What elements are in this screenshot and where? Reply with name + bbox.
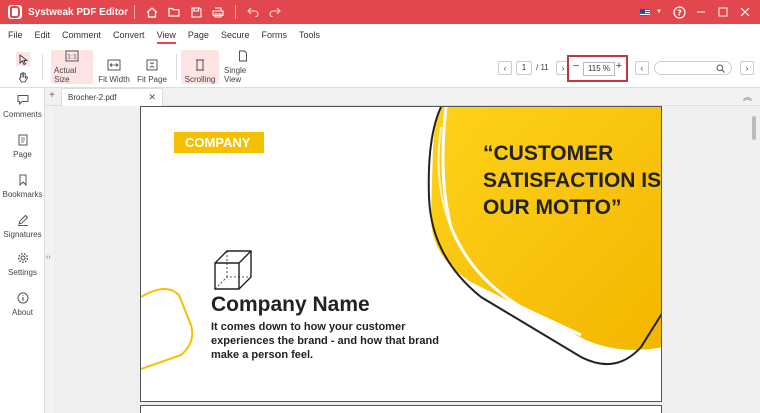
close-icon[interactable] — [734, 0, 756, 24]
sidebar-label-page: Page — [13, 150, 32, 159]
fit-page-button[interactable]: Fit Page — [134, 50, 170, 84]
page-total: / 11 — [536, 63, 549, 72]
page-icon — [18, 134, 27, 146]
pdf-page-2 — [140, 405, 662, 413]
fit-width-button[interactable]: Fit Width — [95, 50, 133, 84]
sidebar-item-about[interactable]: About — [0, 292, 45, 317]
actual-size-icon: 1:1 — [65, 50, 79, 62]
sidebar-item-settings[interactable]: Settings — [0, 252, 45, 277]
tagline: It comes down to how your customer exper… — [211, 321, 439, 361]
undo-icon[interactable] — [242, 0, 264, 24]
save-icon[interactable] — [185, 0, 207, 24]
cube-icon — [214, 250, 252, 290]
single-view-button[interactable]: Single View — [221, 50, 265, 84]
svg-text:?: ? — [677, 8, 682, 17]
menu-file[interactable]: File — [2, 24, 29, 46]
page-number-input[interactable]: 1 — [516, 61, 532, 75]
search-input[interactable] — [654, 61, 732, 75]
document-viewport[interactable]: COMPANY “CUSTOMER SATISFACTION IS OUR MO… — [54, 106, 760, 413]
scrollbar-thumb[interactable] — [752, 116, 756, 140]
menu-tools[interactable]: Tools — [293, 24, 326, 46]
title-separator-2 — [235, 5, 237, 19]
menu-comment[interactable]: Comment — [56, 24, 107, 46]
sidebar-label-signatures: Signatures — [3, 230, 42, 239]
title-bar: Systweak PDF Editor ▼ ? — [0, 0, 760, 24]
close-tab-icon[interactable]: ✕ — [148, 89, 156, 106]
toolbar-separator — [42, 54, 43, 80]
search-icon — [716, 64, 725, 73]
tab-bar: + Brocher-2.pdf ✕ ︽ — [45, 88, 760, 106]
single-view-icon — [236, 50, 250, 62]
sidebar-label-comments: Comments — [3, 110, 42, 119]
tab-document[interactable]: Brocher-2.pdf ✕ — [61, 88, 163, 106]
search-prev-button[interactable]: ‹ — [635, 61, 649, 75]
quote-text: “CUSTOMER SATISFACTION IS OUR MOTTO” — [483, 140, 662, 221]
fit-width-label: Fit Width — [98, 75, 130, 84]
help-icon[interactable]: ? — [668, 0, 690, 24]
menu-view[interactable]: View — [151, 24, 182, 46]
pdf-page: COMPANY “CUSTOMER SATISFACTION IS OUR MO… — [140, 106, 662, 402]
zoom-input[interactable]: 115 % — [583, 62, 615, 76]
add-tab-button[interactable]: + — [49, 90, 55, 101]
select-tool-icon[interactable] — [16, 52, 30, 66]
chevron-down-icon[interactable]: ▼ — [656, 9, 662, 15]
sidebar-label-about: About — [12, 308, 33, 317]
prev-page-button[interactable]: ‹ — [498, 61, 512, 75]
scrolling-icon — [193, 59, 207, 71]
sidebar-item-comments[interactable]: Comments — [0, 94, 45, 119]
app-logo-icon — [8, 5, 22, 19]
vertical-scrollbar[interactable] — [751, 108, 757, 408]
company-name: Company Name — [211, 293, 370, 316]
sidebar-item-page[interactable]: Page — [0, 134, 45, 159]
bookmark-icon — [19, 174, 26, 186]
fit-page-icon — [145, 59, 159, 71]
app-title: Systweak PDF Editor — [28, 6, 129, 18]
language-flag-icon[interactable] — [634, 0, 656, 24]
sidebar-item-bookmarks[interactable]: Bookmarks — [0, 174, 45, 199]
menu-forms[interactable]: Forms — [255, 24, 293, 46]
menu-page[interactable]: Page — [182, 24, 215, 46]
quote-line-1: “CUSTOMER — [483, 142, 614, 165]
toolbar-separator-2 — [176, 54, 177, 80]
sidebar-splitter[interactable]: ‹› — [45, 88, 54, 413]
zoom-in-button[interactable]: + — [613, 60, 625, 72]
scrolling-label: Scrolling — [184, 75, 216, 84]
menu-bar: File Edit Comment Convert View Page Secu… — [0, 24, 760, 46]
title-separator — [134, 5, 136, 19]
maximize-icon[interactable] — [712, 0, 734, 24]
minimize-icon[interactable] — [690, 0, 712, 24]
comments-icon — [17, 95, 28, 105]
redo-icon[interactable] — [264, 0, 286, 24]
svg-text:1:1: 1:1 — [67, 54, 77, 61]
collapse-icon[interactable]: ︽ — [743, 90, 752, 103]
home-icon[interactable] — [141, 0, 163, 24]
sidebar-item-signatures[interactable]: Signatures — [0, 214, 45, 239]
quote-line-2: SATISFACTION IS — [483, 169, 662, 192]
actual-size-button[interactable]: 1:1 Actual Size — [51, 50, 93, 84]
print-icon[interactable] — [207, 0, 229, 24]
menu-convert[interactable]: Convert — [107, 24, 151, 46]
hand-tool-icon[interactable] — [16, 70, 30, 84]
resize-arrows-icon: ‹› — [46, 254, 51, 261]
scrolling-button[interactable]: Scrolling — [181, 50, 219, 84]
info-icon — [17, 292, 28, 304]
menu-edit[interactable]: Edit — [29, 24, 57, 46]
quote-line-3: OUR MOTTO” — [483, 196, 622, 219]
menu-secure[interactable]: Secure — [215, 24, 256, 46]
company-badge: COMPANY — [174, 132, 264, 153]
open-folder-icon[interactable] — [163, 0, 185, 24]
actual-size-label: Actual Size — [54, 66, 77, 84]
tab-document-label: Brocher-2.pdf — [68, 93, 117, 102]
sidebar: Comments Page Bookmarks Signatures Setti… — [0, 88, 45, 413]
fit-width-icon — [107, 59, 121, 71]
sidebar-label-settings: Settings — [8, 268, 37, 277]
sidebar-label-bookmarks: Bookmarks — [2, 190, 43, 199]
search-next-button[interactable]: › — [740, 61, 754, 75]
zoom-out-button[interactable]: − — [570, 60, 582, 72]
zoom-control: − 115 % + — [567, 55, 628, 82]
signature-pen-icon — [17, 214, 28, 226]
fit-page-label: Fit Page — [137, 75, 167, 84]
gear-icon — [17, 252, 28, 264]
single-view-label: Single View — [224, 66, 247, 84]
